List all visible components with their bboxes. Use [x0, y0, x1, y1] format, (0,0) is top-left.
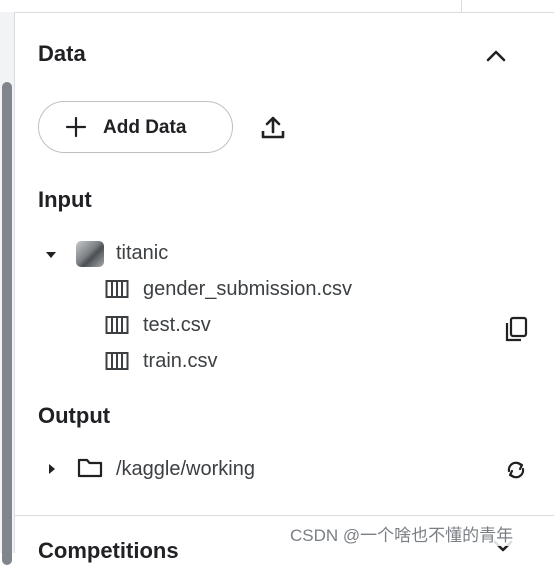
dataset-name[interactable]: titanic [116, 242, 168, 265]
caret-down-icon[interactable] [45, 249, 57, 261]
output-folder-path[interactable]: /kaggle/working [116, 458, 255, 481]
output-heading: Output [38, 403, 111, 428]
chevron-up-icon[interactable] [481, 41, 511, 71]
add-data-button[interactable]: Add Data [38, 101, 233, 153]
data-panel: Data Add Data Input titanic gender_submi… [15, 13, 554, 553]
file-name[interactable]: test.csv [143, 314, 211, 337]
top-bar-divider [461, 0, 462, 12]
competitions-heading: Competitions [38, 538, 179, 563]
caret-right-icon[interactable] [46, 463, 58, 475]
watermark-text: CSDN @一个啥也不懂的青年 [288, 521, 516, 546]
left-scroll-track[interactable] [0, 12, 15, 565]
file-name[interactable]: gender_submission.csv [143, 278, 352, 301]
table-file-icon [105, 316, 129, 334]
scrollbar-thumb[interactable] [2, 82, 12, 565]
top-bar [0, 0, 554, 13]
input-heading: Input [38, 187, 92, 212]
plus-icon [65, 116, 87, 138]
copy-icon[interactable] [503, 315, 529, 343]
add-data-label: Add Data [103, 117, 187, 138]
dataset-thumbnail [76, 241, 104, 267]
table-file-icon [105, 352, 129, 370]
section-divider [15, 515, 554, 516]
table-file-icon [105, 280, 129, 298]
refresh-icon[interactable] [503, 457, 529, 483]
file-name[interactable]: train.csv [143, 350, 217, 373]
folder-icon [77, 458, 103, 478]
panel-title: Data [38, 41, 86, 66]
upload-icon[interactable] [258, 112, 288, 142]
